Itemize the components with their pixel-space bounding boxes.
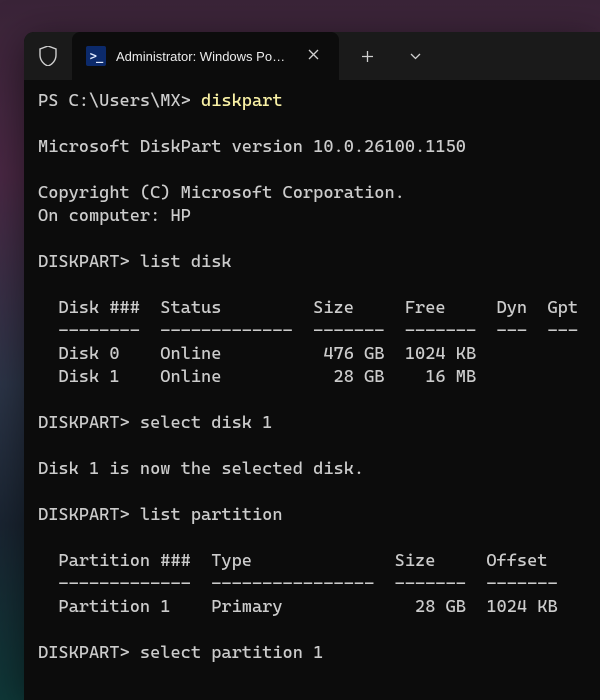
new-tab-button[interactable]: [347, 40, 387, 72]
prompt-diskpart: DISKPART> select partition 1: [38, 643, 323, 663]
tab-dropdown-button[interactable]: [395, 40, 435, 72]
tab-active[interactable]: >_ Administrator: Windows PowerShell: [72, 32, 339, 80]
close-tab-button[interactable]: [302, 45, 325, 68]
terminal-window: >_ Administrator: Windows PowerShell PS …: [24, 32, 600, 700]
prompt-diskpart: DISKPART> select disk 1: [38, 413, 272, 433]
table-row: Disk 1 Online 28 GB 16 MB: [38, 367, 476, 387]
table-divider: -------- ------------- ------- ------- -…: [38, 321, 578, 341]
powershell-icon: >_: [86, 46, 106, 66]
table-header: Disk ### Status Size Free Dyn Gpt: [38, 298, 578, 318]
output-line: Disk 1 is now the selected disk.: [38, 459, 364, 479]
prompt-diskpart: DISKPART> list disk: [38, 252, 232, 272]
table-header: Partition ### Type Size Offset: [38, 551, 548, 571]
admin-shield-icon: [24, 46, 72, 66]
table-row: Partition 1 Primary 28 GB 1024 KB: [38, 597, 558, 617]
output-line: Copyright (C) Microsoft Corporation.: [38, 183, 405, 203]
prompt-diskpart: DISKPART> list partition: [38, 505, 283, 525]
command-diskpart: diskpart: [201, 91, 283, 111]
prompt-ps: PS C:\Users\MX>: [38, 91, 201, 111]
title-bar: >_ Administrator: Windows PowerShell: [24, 32, 600, 80]
output-line: On computer: HP: [38, 206, 191, 226]
output-line: Microsoft DiskPart version 10.0.26100.11…: [38, 137, 466, 157]
tab-title: Administrator: Windows PowerShell: [116, 49, 288, 64]
table-divider: ------------- ---------------- ------- -…: [38, 574, 558, 594]
table-row: Disk 0 Online 476 GB 1024 KB: [38, 344, 476, 364]
terminal-body[interactable]: PS C:\Users\MX> diskpart Microsoft DiskP…: [24, 80, 600, 675]
